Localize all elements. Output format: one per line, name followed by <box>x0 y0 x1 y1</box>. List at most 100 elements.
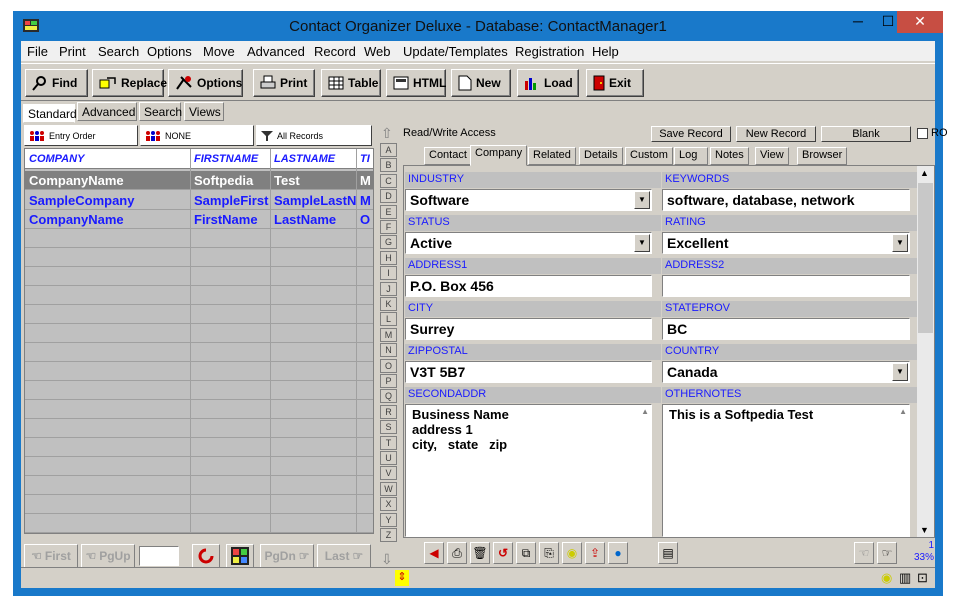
letter-u-button[interactable]: U <box>380 451 397 465</box>
stateprov-field[interactable]: BC <box>662 318 910 340</box>
menu-help[interactable]: Help <box>592 44 619 59</box>
letter-e-button[interactable]: E <box>380 204 397 219</box>
last-button[interactable]: Last ☞ <box>317 544 371 568</box>
pgdn-button[interactable]: PgDn ☞ <box>260 544 314 568</box>
options-button[interactable]: Options <box>168 69 243 97</box>
letter-c-button[interactable]: C <box>380 173 397 188</box>
menu-update-templates[interactable]: Update/Templates <box>403 44 508 59</box>
table-button[interactable]: Table <box>321 69 381 97</box>
secondaddr-field[interactable]: Business Name address 1 city, state zip … <box>405 404 652 537</box>
letter-k-button[interactable]: K <box>380 297 397 311</box>
letter-i-button[interactable]: I <box>380 266 397 281</box>
form-scrollbar[interactable]: ▲ ▼ <box>917 166 934 537</box>
print-button[interactable]: Print <box>253 69 315 97</box>
menu-search[interactable]: Search <box>98 44 139 59</box>
title-bar[interactable]: Contact Organizer Deluxe - Database: Con… <box>13 11 943 41</box>
refresh-button[interactable] <box>192 544 220 568</box>
print-record-icon[interactable]: ⎙ <box>447 542 467 564</box>
tab-search[interactable]: Search <box>139 102 182 121</box>
letter-y-button[interactable]: Y <box>380 512 397 527</box>
tab-log[interactable]: Log <box>674 147 708 165</box>
table-row[interactable]: SampleCompany SampleFirst SampleLastN M <box>25 191 373 210</box>
country-select[interactable]: Canada ▼ <box>662 361 910 383</box>
dropdown-arrow-icon[interactable]: ▼ <box>892 363 908 381</box>
tab-advanced[interactable]: Advanced <box>77 102 137 121</box>
next-record-icon[interactable]: ☞ <box>877 542 897 564</box>
letter-f-button[interactable]: F <box>380 220 397 234</box>
address2-field[interactable] <box>662 275 910 297</box>
back-arrow-icon[interactable]: ◀ <box>424 542 444 564</box>
letter-o-button[interactable]: O <box>380 358 397 373</box>
save-record-button[interactable]: Save Record <box>651 126 731 142</box>
letter-w-button[interactable]: W <box>380 481 397 496</box>
scroll-up-icon[interactable]: ⇧ <box>381 125 393 142</box>
copy-record-icon[interactable]: ⧉ <box>516 542 536 564</box>
delete-trash-icon[interactable]: 🗑 <box>470 542 490 564</box>
letter-s-button[interactable]: S <box>380 420 397 435</box>
new-record-button[interactable]: New Record <box>736 126 816 142</box>
zippostal-field[interactable]: V3T 5B7 <box>405 361 652 383</box>
letter-v-button[interactable]: V <box>380 466 397 481</box>
tab-company[interactable]: Company <box>470 145 528 166</box>
tab-details[interactable]: Details <box>579 147 623 165</box>
scroll-down-arrow-icon[interactable]: ▼ <box>920 525 929 535</box>
letter-z-button[interactable]: Z <box>380 528 397 542</box>
globe-icon[interactable]: ● <box>608 542 628 564</box>
entry-order-button[interactable]: Entry Order <box>24 125 138 146</box>
col-company[interactable]: COMPANY <box>29 153 84 165</box>
dropdown-arrow-icon[interactable]: ▼ <box>634 234 650 252</box>
industry-select[interactable]: Software ▼ <box>405 189 652 211</box>
menu-file[interactable]: File <box>27 44 48 59</box>
tab-contact[interactable]: Contact <box>424 147 472 165</box>
table-row[interactable]: CompanyName Softpedia Test M <box>25 171 373 190</box>
letter-l-button[interactable]: L <box>380 312 397 327</box>
tab-view[interactable]: View <box>755 147 789 165</box>
replace-button[interactable]: Replace <box>92 69 167 97</box>
dropdown-arrow-icon[interactable]: ▼ <box>892 234 908 252</box>
menu-web[interactable]: Web <box>364 44 391 59</box>
bulb-icon[interactable]: ◉ <box>881 570 892 586</box>
first-button[interactable]: ☜ First <box>24 544 78 568</box>
all-records-button[interactable]: All Records <box>256 125 372 146</box>
abc-button[interactable] <box>226 544 254 568</box>
record-number-input[interactable] <box>139 546 179 566</box>
letter-r-button[interactable]: R <box>380 404 397 419</box>
othernotes-field[interactable]: This is a Softpedia Test ▲ <box>662 404 910 537</box>
menu-record[interactable]: Record <box>314 44 356 59</box>
tab-views[interactable]: Views <box>184 102 224 121</box>
city-field[interactable]: Surrey <box>405 318 652 340</box>
table-row[interactable]: CompanyName FirstName LastName O <box>25 210 373 229</box>
ro-checkbox[interactable] <box>917 128 928 139</box>
menu-options[interactable]: Options <box>147 44 192 59</box>
exit-button[interactable]: Exit <box>586 69 644 97</box>
find-button[interactable]: Find <box>25 69 88 97</box>
memo-scroll-up-icon[interactable]: ▲ <box>641 407 649 416</box>
load-button[interactable]: Load <box>517 69 579 97</box>
dropdown-arrow-icon[interactable]: ▼ <box>634 191 650 209</box>
new-button[interactable]: New <box>451 69 511 97</box>
blank-button[interactable]: Blank <box>821 126 911 142</box>
letter-x-button[interactable]: X <box>380 497 397 512</box>
prev-record-icon[interactable]: ☜ <box>854 542 874 564</box>
html-button[interactable]: HTML <box>386 69 446 97</box>
report-icon[interactable]: ▤ <box>658 542 678 564</box>
letter-g-button[interactable]: G <box>380 235 397 250</box>
lock-icon[interactable]: ⊡ <box>917 570 928 586</box>
minimize-button[interactable]: ─ <box>843 11 873 33</box>
letter-j-button[interactable]: J <box>380 281 397 296</box>
letter-q-button[interactable]: Q <box>380 389 397 404</box>
letter-d-button[interactable]: D <box>380 189 397 204</box>
status-select[interactable]: Active ▼ <box>405 232 652 254</box>
tab-standard[interactable]: Standard <box>23 104 77 123</box>
pgup-button[interactable]: ☜ PgUp <box>81 544 135 568</box>
tip-bulb-icon[interactable]: ◉ <box>562 542 582 564</box>
menu-advanced[interactable]: Advanced <box>247 44 305 59</box>
menu-print[interactable]: Print <box>59 44 86 59</box>
col-title[interactable]: TI <box>360 153 370 165</box>
close-button[interactable]: ✕ <box>897 11 943 33</box>
rating-select[interactable]: Excellent ▼ <box>662 232 910 254</box>
scroll-down-icon[interactable]: ⇩ <box>381 551 393 568</box>
tab-browser[interactable]: Browser <box>797 147 848 165</box>
col-lastname[interactable]: LASTNAME <box>274 153 335 165</box>
letter-p-button[interactable]: P <box>380 374 397 388</box>
